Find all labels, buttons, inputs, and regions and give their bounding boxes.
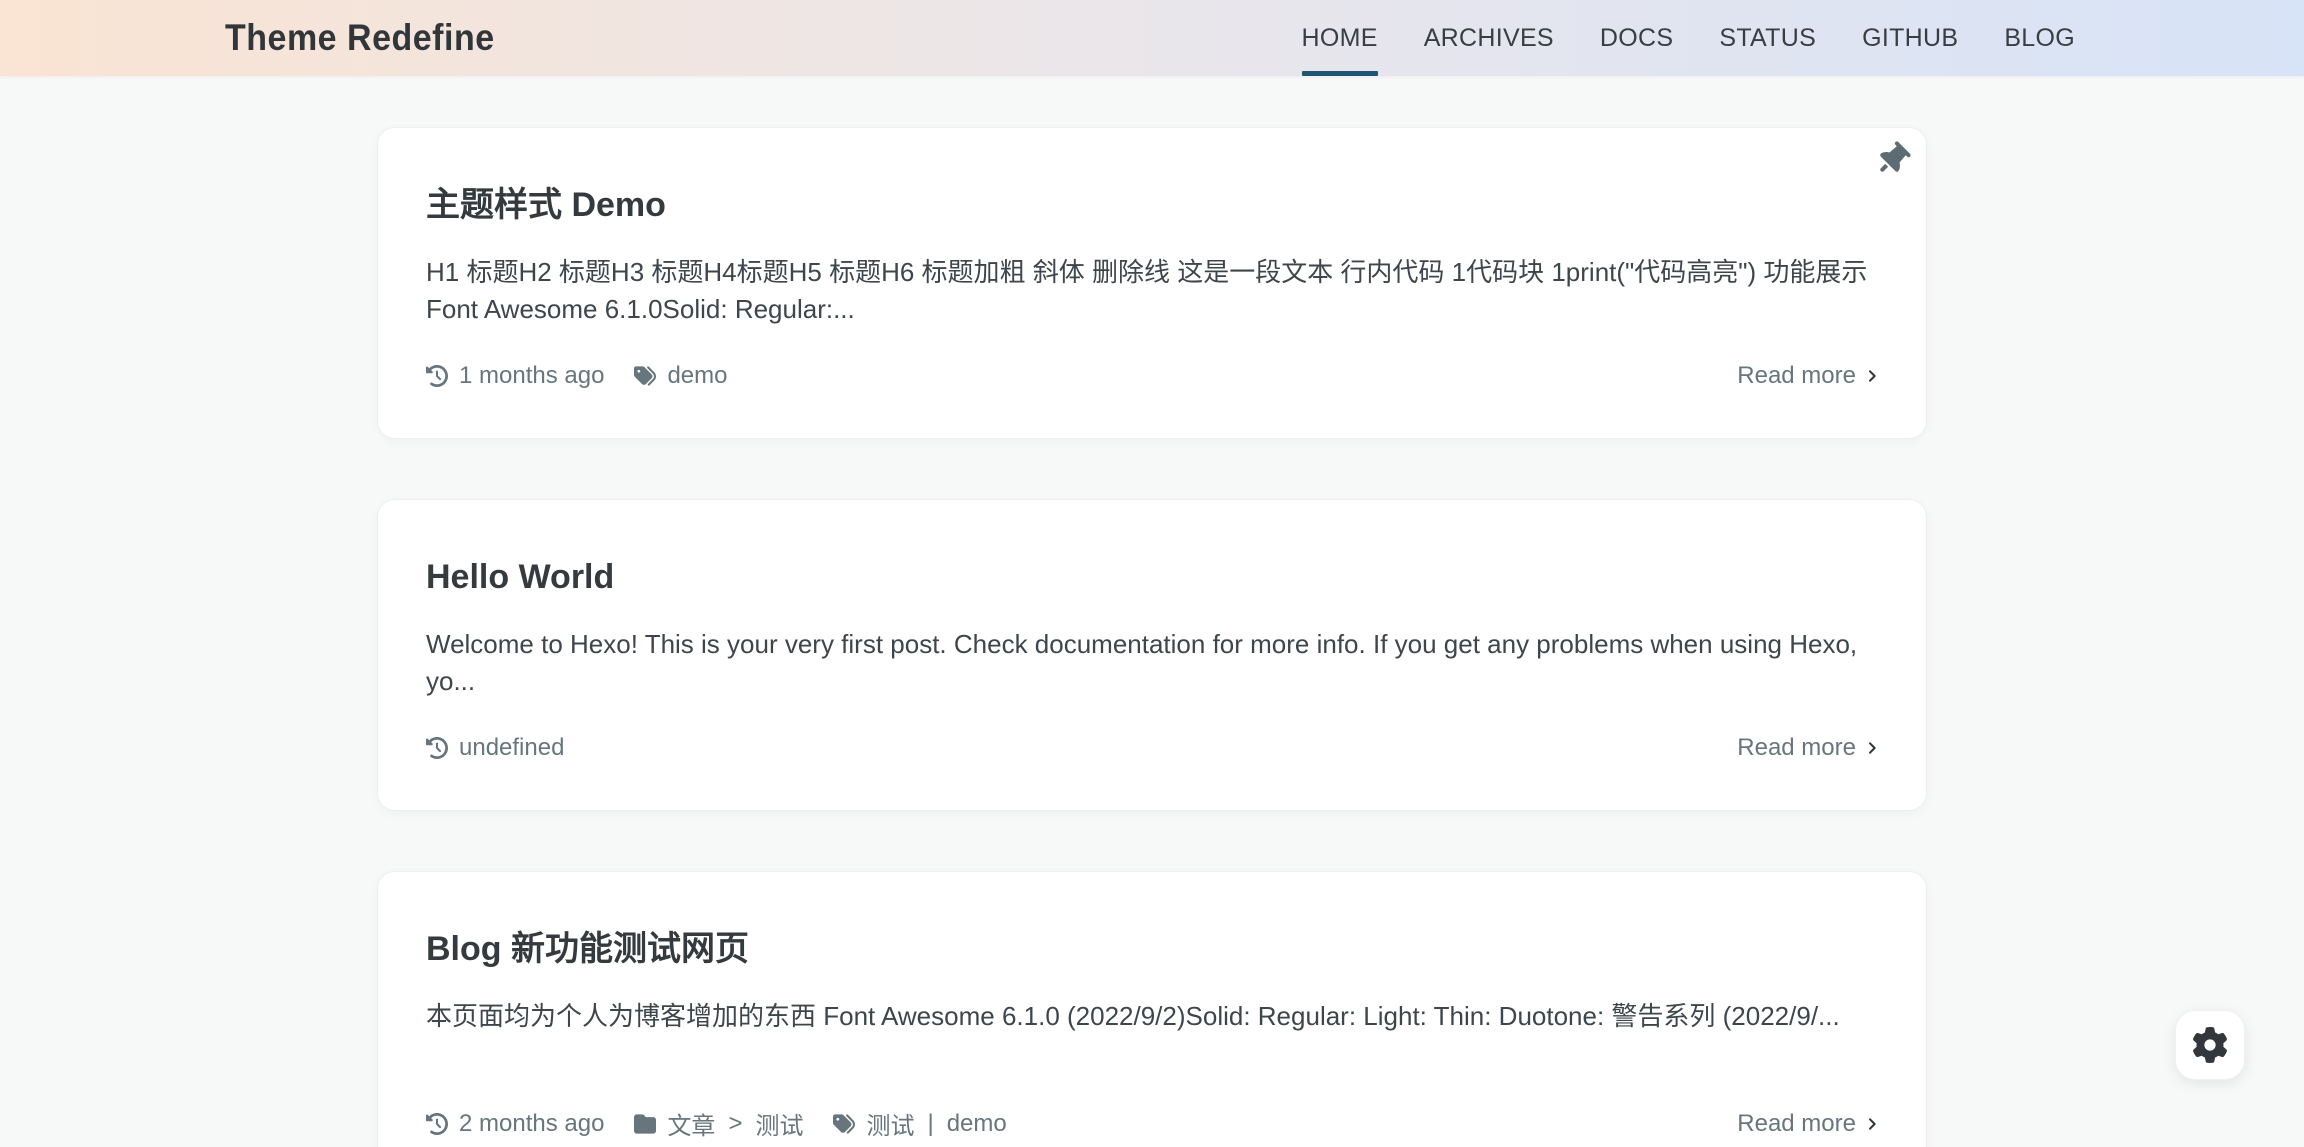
read-more-link[interactable]: Read more bbox=[1737, 362, 1880, 390]
gear-icon bbox=[2192, 1027, 2228, 1063]
post-card: Blog 新功能测试网页 本页面均为个人为博客增加的东西 Font Awesom… bbox=[377, 871, 1927, 1147]
post-title[interactable]: Blog 新功能测试网页 bbox=[426, 928, 749, 970]
blog-home-page: Theme Redefine HOME ARCHIVES DOCS STATUS… bbox=[0, 0, 2304, 1147]
post-title[interactable]: Hello World bbox=[426, 556, 614, 598]
read-more-label: Read more bbox=[1737, 734, 1856, 762]
pushpin-icon bbox=[1869, 136, 1916, 183]
folder-icon bbox=[634, 1113, 656, 1135]
read-more-label: Read more bbox=[1737, 362, 1856, 390]
tags-icon bbox=[833, 1113, 855, 1135]
post-category-child[interactable]: 测试 bbox=[755, 1106, 803, 1141]
nav-item-docs[interactable]: DOCS bbox=[1600, 0, 1673, 76]
post-meta: 2 months ago 文章 > 测试 测试 | demo bbox=[426, 1106, 1880, 1141]
post-meta: 1 months ago demo Read more bbox=[426, 362, 1880, 390]
history-icon bbox=[426, 365, 448, 387]
post-date: 2 months ago bbox=[459, 1110, 604, 1138]
post-excerpt: H1 标题H2 标题H3 标题H4标题H5 标题H6 标题加粗 斜体 删除线 这… bbox=[426, 254, 1880, 328]
read-more-label: Read more bbox=[1737, 1110, 1856, 1138]
chevron-right-icon bbox=[1864, 368, 1880, 384]
nav-item-status[interactable]: STATUS bbox=[1719, 0, 1816, 76]
tags-icon bbox=[634, 365, 656, 387]
post-title[interactable]: 主题样式 Demo bbox=[426, 184, 666, 226]
post-card: Hello World Welcome to Hexo! This is you… bbox=[377, 499, 1927, 811]
read-more-link[interactable]: Read more bbox=[1737, 734, 1880, 762]
post-date-group: undefined bbox=[426, 734, 564, 762]
post-date: 1 months ago bbox=[459, 362, 604, 390]
settings-button[interactable] bbox=[2175, 1010, 2245, 1080]
history-icon bbox=[426, 1113, 448, 1135]
post-date: undefined bbox=[459, 734, 564, 762]
post-tag[interactable]: 测试 bbox=[866, 1106, 914, 1141]
post-card: 主题样式 Demo H1 标题H2 标题H3 标题H4标题H5 标题H6 标题加… bbox=[377, 127, 1927, 439]
post-tags-group: 测试 | demo bbox=[833, 1106, 1006, 1141]
nav-item-home[interactable]: HOME bbox=[1302, 0, 1378, 76]
read-more-link[interactable]: Read more bbox=[1737, 1110, 1880, 1138]
site-title[interactable]: Theme Redefine bbox=[225, 17, 495, 59]
post-tag[interactable]: demo bbox=[667, 362, 727, 390]
post-date-group: 1 months ago bbox=[426, 362, 604, 390]
post-excerpt: 本页面均为个人为博客增加的东西 Font Awesome 6.1.0 (2022… bbox=[426, 998, 1880, 1072]
post-meta: undefined Read more bbox=[426, 734, 1880, 762]
chevron-right-icon bbox=[1864, 740, 1880, 756]
post-date-group: 2 months ago bbox=[426, 1110, 604, 1138]
post-list: 主题样式 Demo H1 标题H2 标题H3 标题H4标题H5 标题H6 标题加… bbox=[0, 76, 2304, 1147]
main-nav: HOME ARCHIVES DOCS STATUS GITHUB BLOG bbox=[1302, 0, 2076, 76]
post-excerpt: Welcome to Hexo! This is your very first… bbox=[426, 626, 1880, 700]
nav-item-archives[interactable]: ARCHIVES bbox=[1424, 0, 1554, 76]
nav-item-github[interactable]: GITHUB bbox=[1862, 0, 1958, 76]
post-categories-group: 文章 > 测试 bbox=[634, 1106, 803, 1141]
nav-item-blog[interactable]: BLOG bbox=[2004, 0, 2075, 76]
post-tags-group: demo bbox=[634, 362, 727, 390]
header: Theme Redefine HOME ARCHIVES DOCS STATUS… bbox=[0, 0, 2304, 76]
tag-separator: | bbox=[927, 1110, 933, 1138]
chevron-right-icon bbox=[1864, 1116, 1880, 1132]
post-category-parent[interactable]: 文章 bbox=[667, 1106, 715, 1141]
post-tag[interactable]: demo bbox=[947, 1110, 1007, 1138]
history-icon bbox=[426, 737, 448, 759]
category-separator: > bbox=[728, 1110, 742, 1138]
